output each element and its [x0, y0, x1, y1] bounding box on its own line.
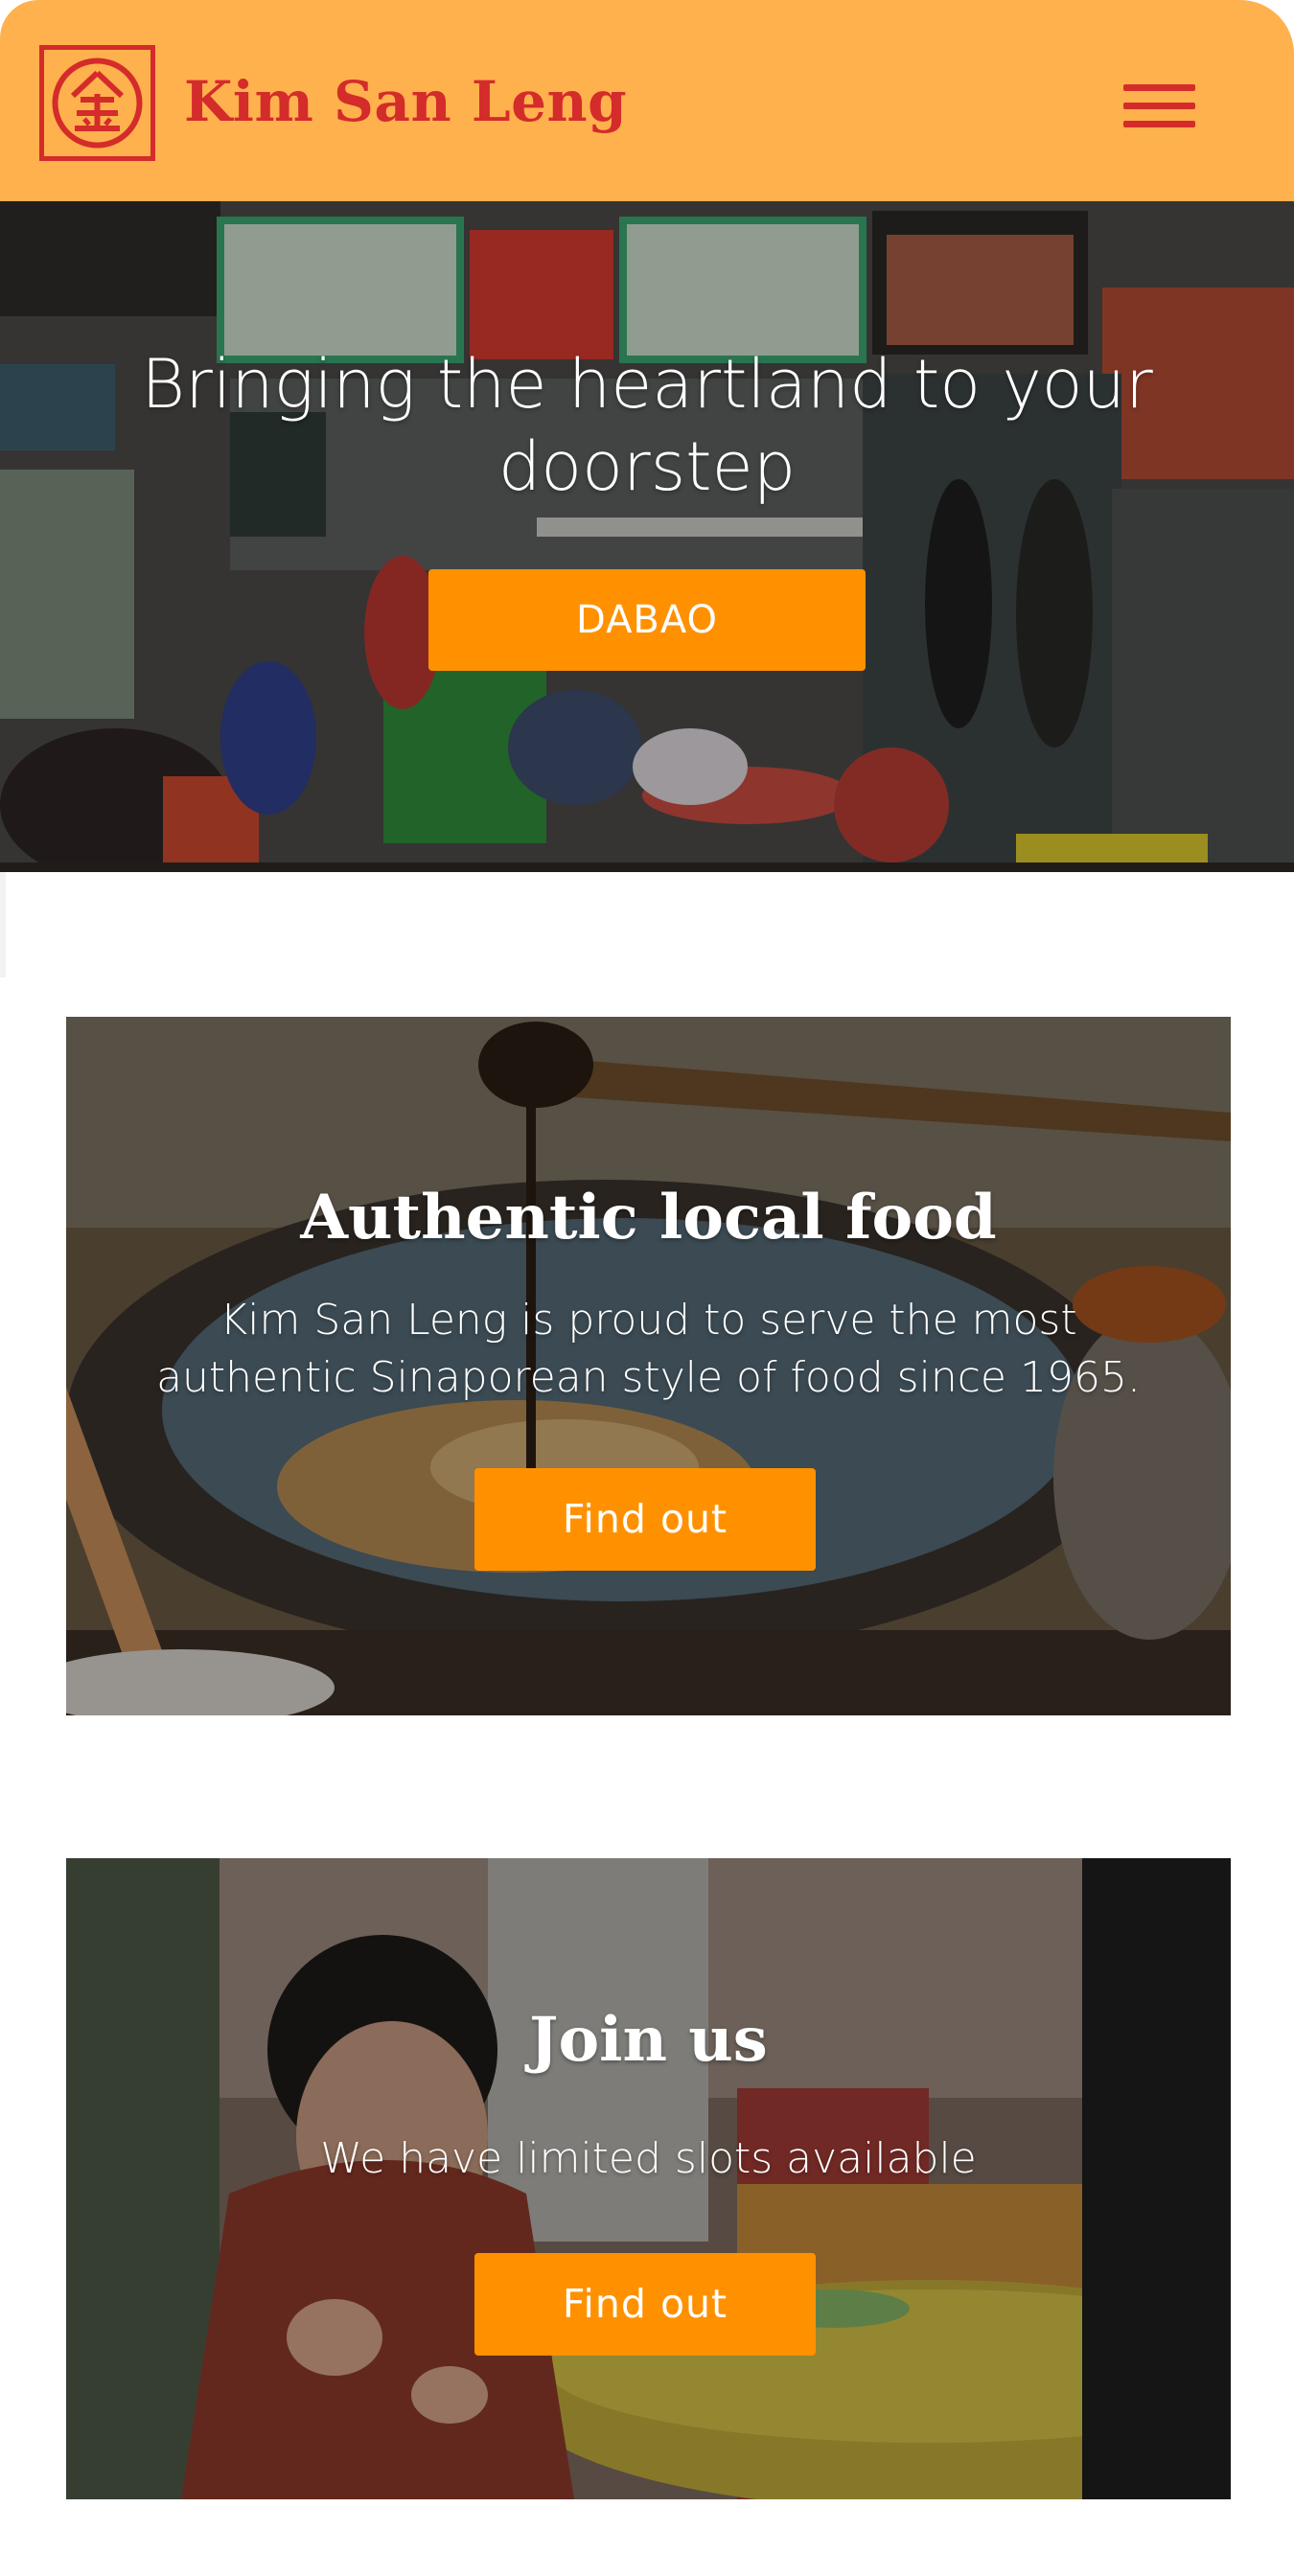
hero-banner: Bringing the heartland to your doorstep … [0, 201, 1294, 872]
menu-bar [1123, 121, 1195, 127]
hero-overlay [0, 201, 1294, 872]
section-title: Join us [529, 2004, 768, 2076]
brand-name[interactable]: Kim San Leng [184, 63, 627, 140]
authentic-food-card: Authentic local food Kim San Leng is pro… [66, 1017, 1231, 1715]
find-out-button[interactable]: Find out [474, 2253, 816, 2356]
section-description: We have limited slots available [320, 2134, 977, 2183]
brand-logo-icon[interactable] [39, 45, 155, 161]
section-title: Authentic local food [300, 1182, 997, 1254]
site-header: Kim San Leng [0, 0, 1294, 201]
find-out-button[interactable]: Find out [474, 1468, 816, 1571]
dabao-button[interactable]: DABAO [428, 569, 866, 671]
section-description: Kim San Leng is proud to serve the most … [156, 1296, 1141, 1402]
emblem-graphic [52, 58, 143, 149]
divider [0, 872, 6, 978]
menu-bar [1123, 84, 1195, 91]
join-us-card: Join us We have limited slots available … [66, 1858, 1231, 2499]
menu-bar [1123, 103, 1195, 109]
hero-title: Bringing the heartland to your doorstep [141, 345, 1153, 506]
page: Kim San Leng Bringing the heartland to y… [0, 0, 1294, 2576]
hamburger-menu-icon[interactable] [1123, 79, 1202, 132]
